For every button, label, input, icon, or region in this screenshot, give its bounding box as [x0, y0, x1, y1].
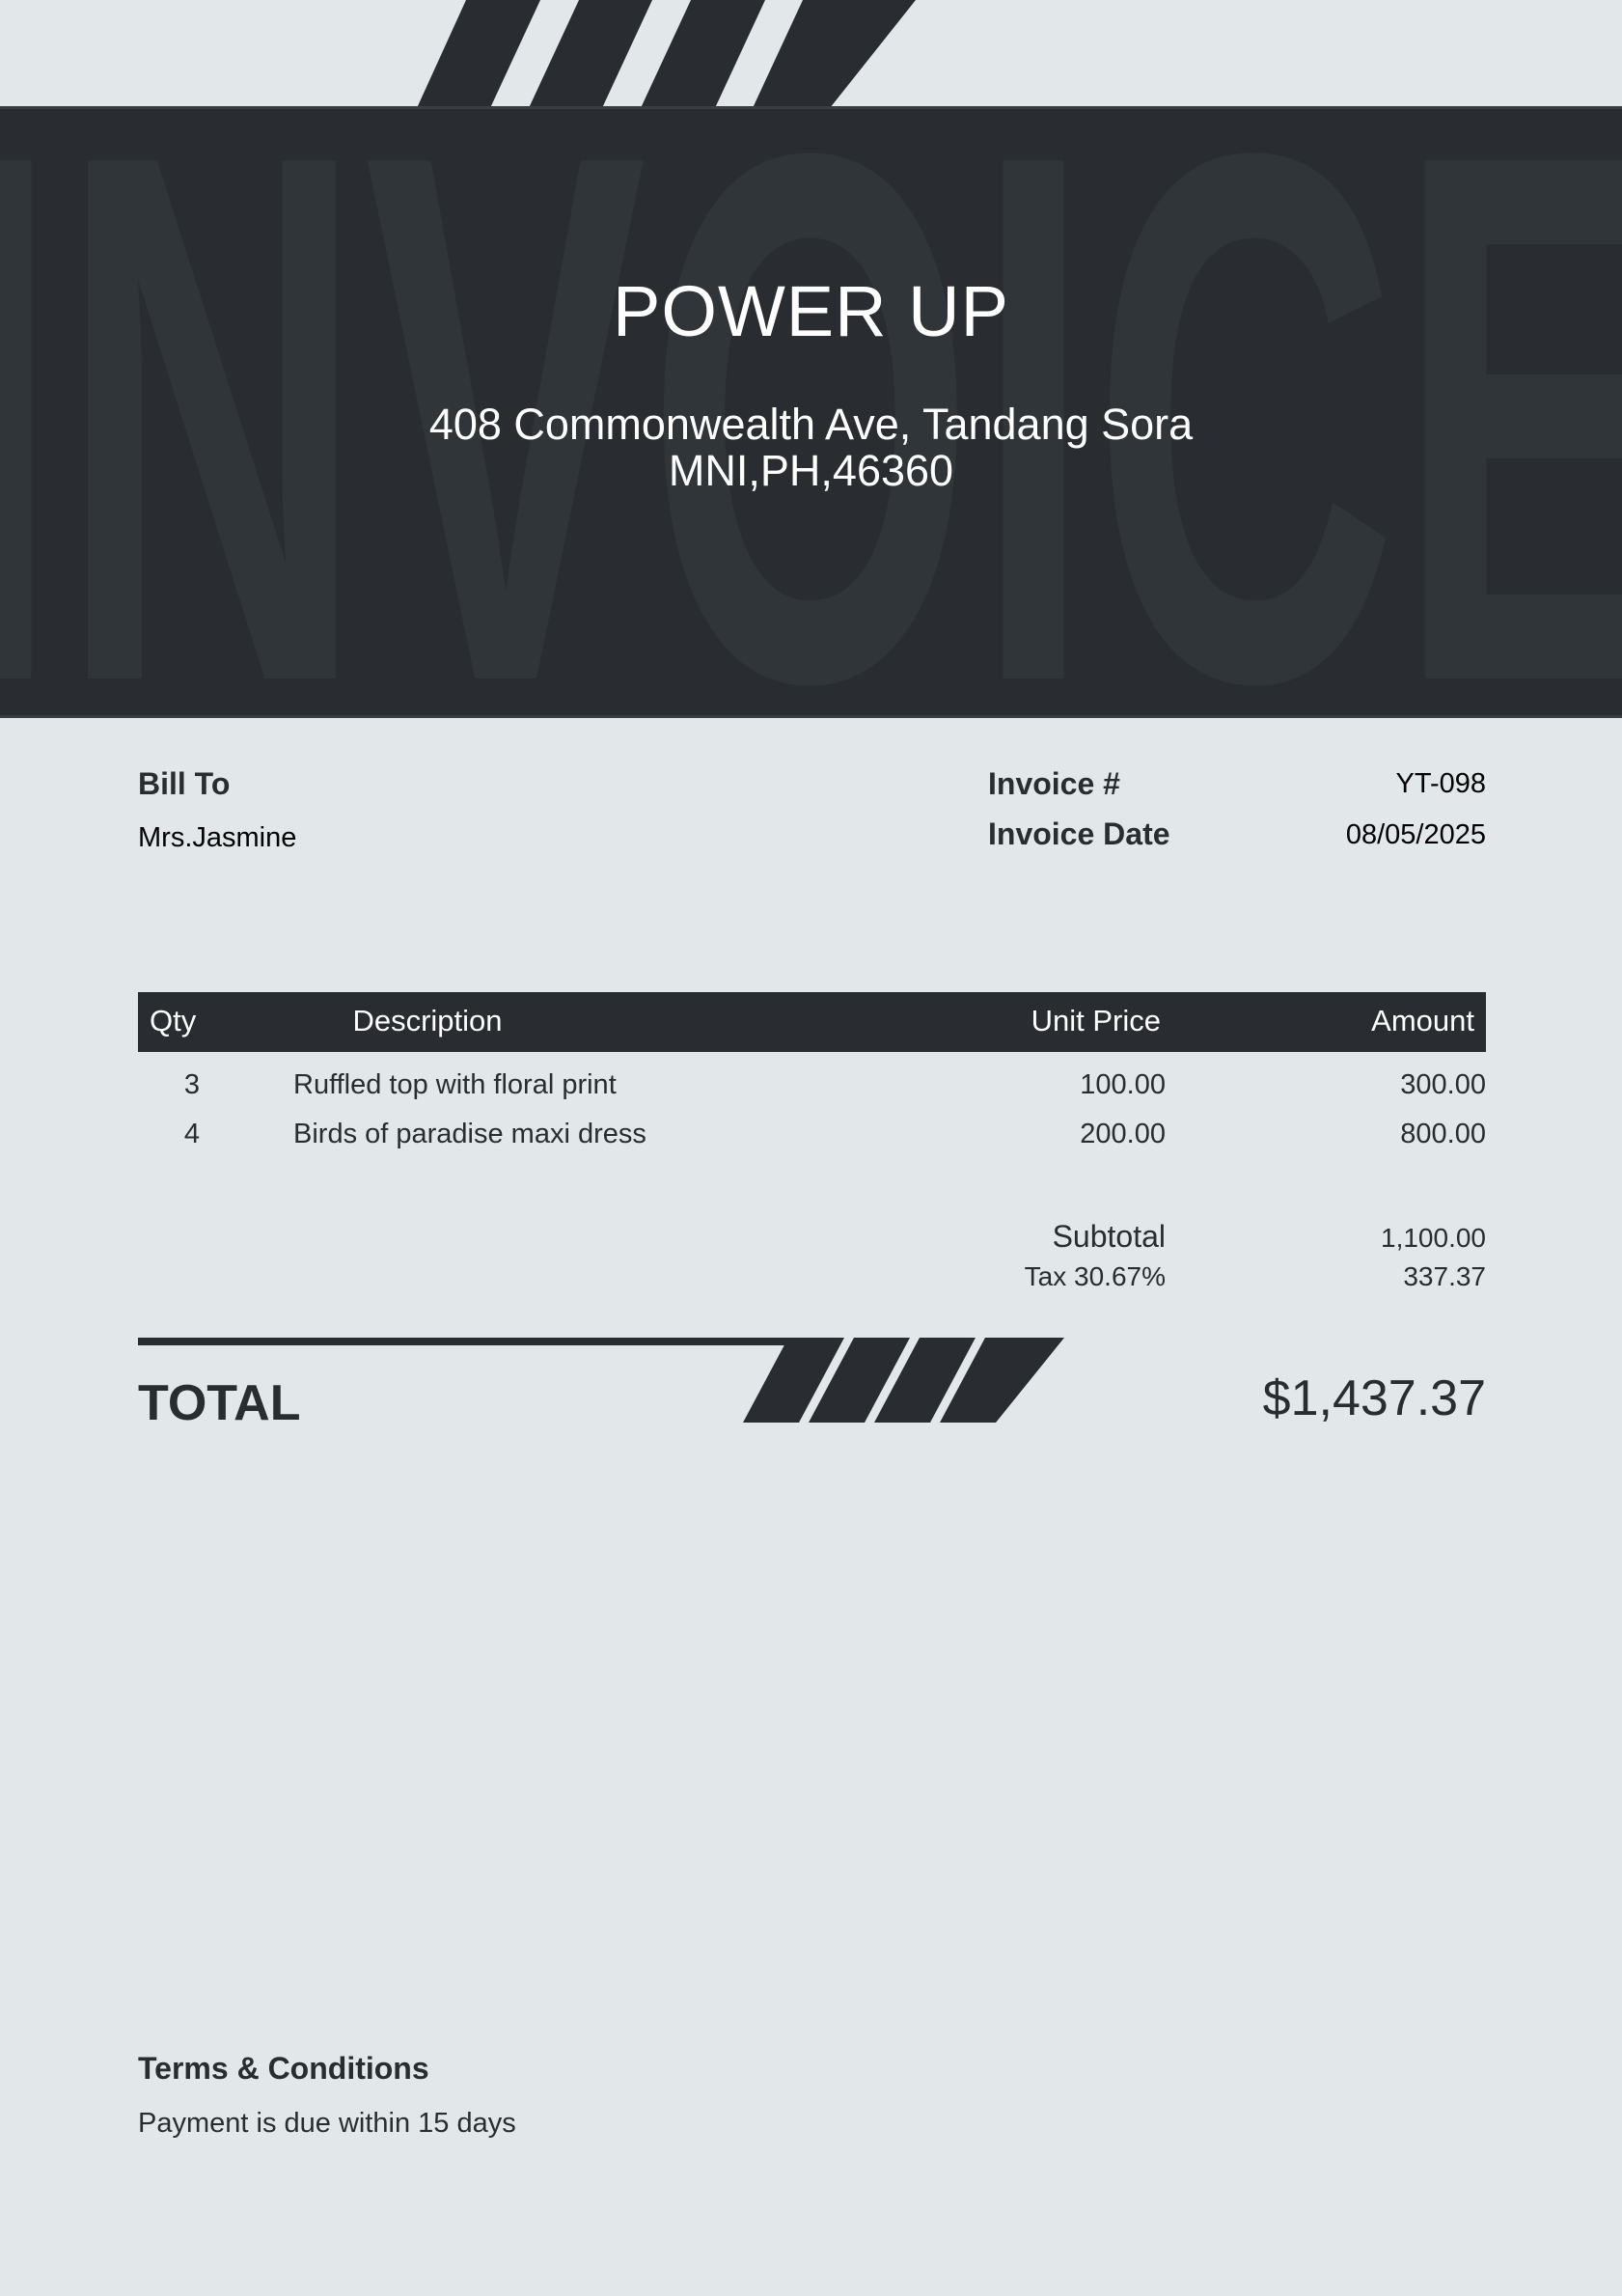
invoice-date-label: Invoice Date: [988, 816, 1170, 851]
column-header-unit-price: Unit Price: [1031, 1004, 1161, 1037]
column-header-description-text: Description: [352, 1004, 503, 1037]
terms-title: Terms & Conditions: [138, 2051, 429, 2086]
subtotal-value: 1,100.00: [1381, 1223, 1486, 1253]
row-amount: 300.00: [1400, 1069, 1486, 1100]
header-stripes-decoration: [417, 0, 916, 108]
address-line-1: 408 Commonwealth Ave, Tandang Sora: [428, 400, 1194, 449]
items-table-header: Qty Description Unit Price Amount: [138, 992, 1486, 1052]
total-label: TOTAL: [138, 1375, 301, 1431]
total-value: $1,437.37: [1262, 1370, 1486, 1426]
total-stripes-decoration: [743, 1338, 1064, 1423]
row-amount: 800.00: [1400, 1119, 1486, 1149]
bill-to-name: Mrs.Jasmine: [138, 822, 297, 853]
tax-value: 337.37: [1403, 1261, 1486, 1291]
row-qty: 4: [183, 1119, 200, 1149]
terms-text: Payment is due within 15 days: [138, 2108, 516, 2139]
column-header-qty: Qty: [150, 1004, 197, 1037]
row-qty: 3: [183, 1069, 200, 1100]
row-unit-price: 100.00: [1080, 1069, 1166, 1100]
address-line-2: MNI,PH,46360: [668, 446, 954, 495]
subtotal-label: Subtotal: [1052, 1219, 1166, 1254]
table-row: 3 Ruffled top with floral print 100.00 3…: [138, 1069, 1486, 1112]
company-address: 408 Commonwealth Ave, Tandang Sora MNI,P…: [0, 401, 1622, 494]
invoice-number-value: YT-098: [1395, 768, 1487, 799]
row-description: Ruffled top with floral print: [293, 1069, 617, 1100]
invoice-number-label: Invoice #: [988, 766, 1120, 801]
table-row: 4 Birds of paradise maxi dress 200.00 80…: [138, 1119, 1486, 1161]
column-header-amount: Amount: [1371, 1004, 1474, 1037]
row-unit-price: 200.00: [1080, 1119, 1166, 1149]
bill-to-label: Bill To: [138, 766, 231, 801]
row-description: Birds of paradise maxi dress: [293, 1119, 646, 1149]
total-divider: [138, 1338, 833, 1345]
invoice-date-value: 08/05/2025: [1345, 819, 1486, 850]
tax-label: Tax 30.67%: [1024, 1261, 1166, 1291]
company-name: POWER UP: [613, 271, 1009, 351]
